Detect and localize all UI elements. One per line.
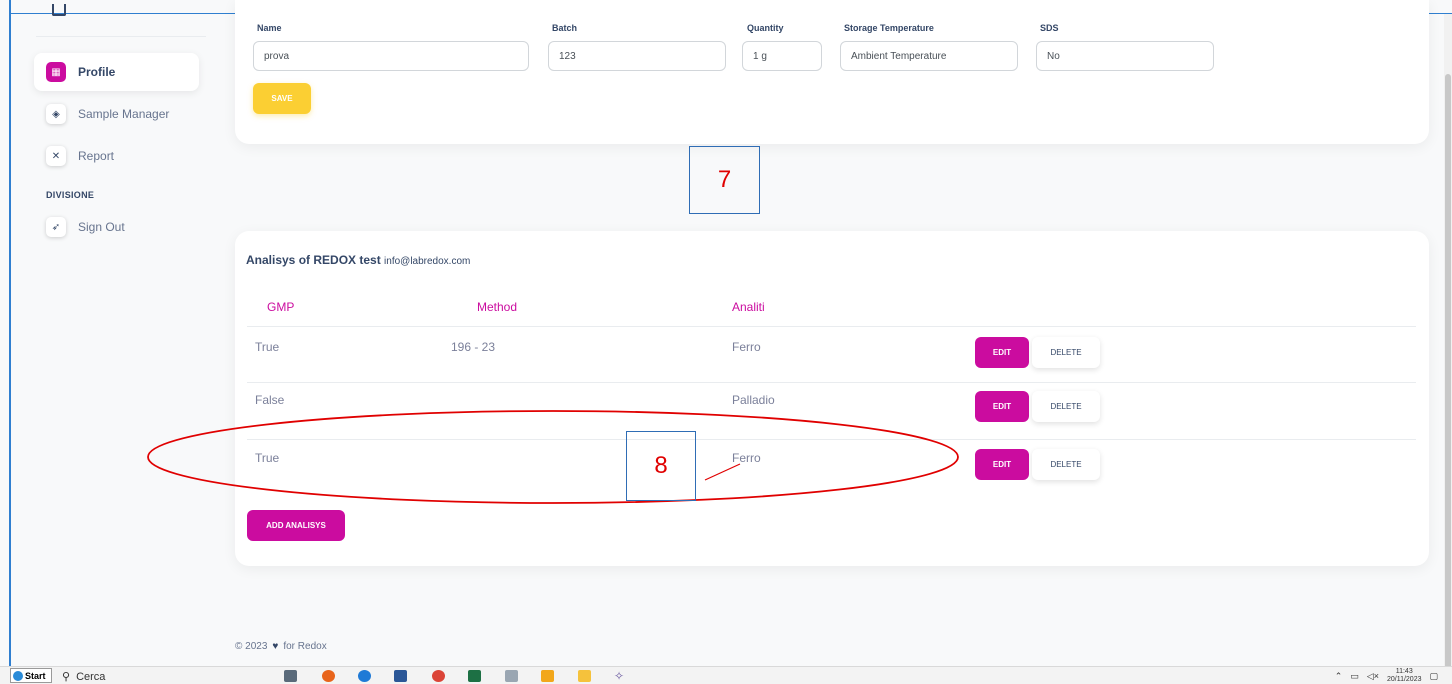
network-app-icon[interactable] [505,670,518,682]
tool-icon[interactable]: ✧ [614,670,627,682]
sidebar-section-title: DIVISIONE [46,190,95,200]
name-input[interactable]: prova [253,41,529,71]
sds-label: SDS [1040,23,1059,33]
chrome-icon[interactable] [432,670,445,682]
storage-temperature-input[interactable]: Ambient Temperature [840,41,1018,71]
taskbar-search-label: Cerca [76,670,106,683]
column-header-method: Method [477,300,518,314]
excel-icon[interactable] [468,670,481,682]
sidebar-item-label: Profile [78,65,116,79]
edit-button[interactable]: EDIT [975,449,1029,480]
delete-button[interactable]: DELETE [1032,391,1100,422]
sample-form-card: Name prova Batch 123 Quantity 1 g Storag… [235,0,1429,144]
word-icon[interactable] [394,670,407,682]
system-tray: ⌃ ▭ ◁× 11:43 20/11/2023 ▢ [1335,668,1438,684]
heart-icon: ♥ [272,641,279,652]
start-button[interactable]: Start [10,668,52,683]
row-divider [247,326,1416,327]
delete-button[interactable]: DELETE [1032,337,1100,368]
annotation-7: 7 [689,146,760,214]
edit-button[interactable]: EDIT [975,337,1029,368]
row-divider [247,382,1416,383]
batch-input[interactable]: 123 [548,41,726,71]
file-explorer-icon[interactable] [578,670,591,682]
analysis-title-text: Analisys of REDOX test [246,253,381,267]
analysis-email: info@labredox.com [384,256,471,267]
quantity-input[interactable]: 1 g [742,41,822,71]
column-header-analiti: Analiti [732,300,765,314]
search-icon: ⚲ [62,671,71,683]
windows-orb-icon [13,670,23,681]
batch-label: Batch [552,23,578,33]
page-scrollbar[interactable] [1444,14,1452,674]
clock-date: 20/11/2023 [1386,676,1422,683]
save-button[interactable]: SAVE [253,83,311,114]
analysis-title: Analisys of REDOX test info@labredox.com [246,253,470,267]
scrollbar-thumb[interactable] [1445,74,1451,674]
window-border-left [9,0,11,666]
analysis-card: Analisys of REDOX test info@labredox.com… [235,231,1429,566]
quantity-label: Quantity [747,23,784,33]
chevron-up-icon[interactable]: ⌃ [1335,671,1343,682]
sidebar-item-label: Sign Out [78,220,125,234]
dashboard-icon[interactable] [52,4,66,16]
sidebar-item-label: Report [78,149,115,163]
row-1-analiti: Ferro [732,340,761,354]
sidebar-item-label: Sample Manager [78,107,170,121]
delete-button[interactable]: DELETE [1032,449,1100,480]
office-app-icon[interactable] [541,670,554,682]
notification-icon[interactable]: ▢ [1429,671,1438,682]
footer-text: for Redox [283,641,327,652]
store-icon: ▦ [46,62,66,82]
firefox-icon[interactable] [322,670,335,682]
sidebar: ▦ Profile ◈ Sample Manager ✕ Report DIVI… [12,0,212,660]
sidebar-item-sign-out[interactable]: ➶ Sign Out [34,208,199,246]
storage-temperature-label: Storage Temperature [844,23,934,33]
edit-button[interactable]: EDIT [975,391,1029,422]
app-icon[interactable] [358,670,371,682]
row-1-method: 196 - 23 [451,340,496,354]
sds-input[interactable]: No [1036,41,1214,71]
clock[interactable]: 11:43 20/11/2023 [1387,668,1422,684]
speaker-icon[interactable]: ◁× [1367,671,1379,682]
page-footer: © 2023 ♥ for Redox [235,641,327,652]
annotation-ellipse [147,410,959,504]
annotation-8: 8 [626,431,696,501]
row-1-gmp: True [255,340,280,354]
box-icon: ◈ [46,104,66,124]
sidebar-item-profile[interactable]: ▦ Profile [34,53,199,91]
taskbar-search[interactable]: ⚲ Cerca [58,669,268,684]
tools-icon: ✕ [46,146,66,166]
network-icon[interactable]: ▭ [1350,671,1359,682]
footer-copyright: © 2023 [235,641,268,652]
clock-time: 11:43 [1395,668,1413,675]
sidebar-item-sample-manager[interactable]: ◈ Sample Manager [34,95,199,133]
rocket-icon: ➶ [46,217,66,237]
sidebar-item-report[interactable]: ✕ Report [34,137,199,175]
calculator-icon[interactable] [284,670,297,682]
start-label: Start [25,670,46,681]
sidebar-divider [36,36,206,37]
column-header-gmp: GMP [267,300,295,314]
os-taskbar: Start ⚲ Cerca ✧ ⌃ ▭ ◁× 11:43 20/11/2023 … [0,666,1452,684]
name-label: Name [257,23,282,33]
